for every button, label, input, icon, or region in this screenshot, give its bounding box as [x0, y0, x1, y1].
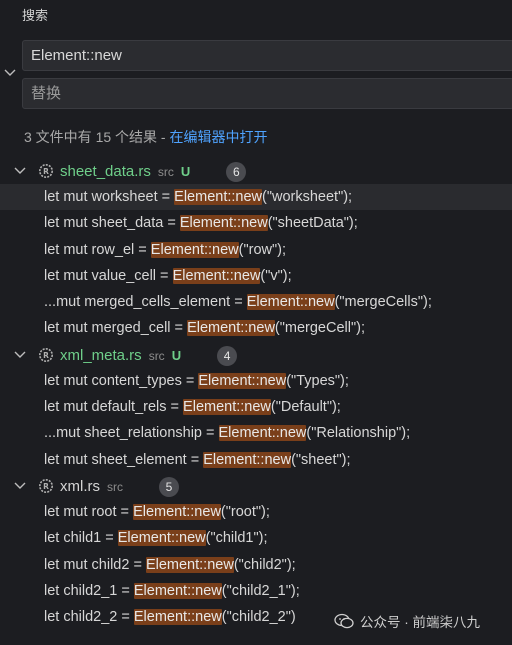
match-prefix: let mut sheet_element = [44, 451, 204, 468]
rust-file-icon: R [39, 478, 53, 493]
match-highlight: Element::new [179, 215, 268, 232]
rust-file-icon: R [39, 164, 53, 178]
file-name-group: sheet_data.rs src U 6 [60, 162, 247, 182]
chevron-down-icon[interactable] [14, 350, 26, 360]
match-row[interactable]: let child2_1 = Element::new("child2_1"); [0, 578, 512, 604]
match-row[interactable]: let mut sheet_data = Element::new("sheet… [0, 210, 512, 236]
match-suffix: ("mergeCell"); [274, 320, 365, 337]
file-row[interactable]: Rsheet_data.rs src U 6 [0, 158, 512, 184]
match-highlight: Element::new [117, 530, 206, 547]
match-suffix: ("child2_2") [221, 609, 296, 626]
match-prefix: let mut merged_cell = [44, 320, 188, 337]
match-suffix: ("Types"); [286, 372, 349, 389]
match-highlight: Element::new [145, 556, 234, 573]
rust-file-icon: R [39, 347, 53, 362]
file-name-group: xml.rs src 5 [60, 476, 179, 497]
wechat-icon [334, 613, 354, 629]
match-prefix: ...mut sheet_relationship = [44, 425, 219, 442]
match-row[interactable]: let mut default_rels = Element::new("Def… [0, 394, 512, 420]
git-status-badge: U [180, 163, 191, 179]
chevron-down-icon[interactable] [14, 166, 26, 176]
match-prefix: let mut content_types = [44, 372, 199, 389]
file-name-group: xml_meta.rs src U 4 [60, 345, 238, 366]
match-row[interactable]: let mut content_types = Element::new("Ty… [0, 368, 512, 394]
svg-text:R: R [43, 167, 49, 176]
match-suffix: ("row"); [238, 241, 287, 258]
match-prefix: let mut default_rels = [44, 399, 184, 416]
match-row[interactable]: let mut sheet_element = Element::new("sh… [0, 447, 512, 473]
svg-text:R: R [43, 351, 49, 360]
match-suffix: ("Relationship"); [306, 425, 411, 442]
watermark-text: 公众号 · 前端柒八九 [360, 615, 480, 630]
results-summary: 3 文件中有 15 个结果 - 在编辑器中打开 [24, 127, 267, 147]
chevron-down-icon[interactable] [14, 481, 26, 491]
match-suffix: ("child1"); [205, 530, 268, 547]
match-row[interactable]: let mut child2 = Element::new("child2"); [0, 552, 512, 578]
match-prefix: let mut row_el = [44, 241, 151, 258]
match-suffix: ("root"); [220, 503, 270, 520]
match-row[interactable]: let mut worksheet = Element::new("worksh… [0, 184, 512, 211]
match-count-badge: 4 [217, 345, 238, 366]
match-suffix: ("sheet"); [291, 451, 351, 468]
file-name: sheet_data.rs [60, 162, 151, 180]
svg-text:R: R [43, 482, 49, 491]
match-prefix: let child2_1 = [44, 582, 134, 599]
match-highlight: Element::new [187, 320, 275, 337]
match-suffix: ("v"); [260, 267, 292, 284]
match-prefix: let mut sheet_data = [44, 215, 180, 232]
match-highlight: Element::new [183, 399, 271, 416]
match-row[interactable]: ...mut sheet_relationship = Element::new… [0, 420, 512, 446]
file-dir: src [148, 348, 165, 363]
match-highlight: Element::new [218, 425, 307, 442]
match-suffix: ("mergeCells"); [334, 294, 432, 311]
git-status-badge: U [171, 347, 182, 363]
match-count-badge: 6 [226, 162, 247, 182]
panel-title: 搜索 [22, 8, 49, 23]
match-row[interactable]: let mut row_el = Element::new("row"); [0, 237, 512, 263]
match-prefix: let child2_2 = [44, 609, 134, 626]
match-row[interactable]: ...mut merged_cells_element = Element::n… [0, 289, 512, 315]
match-prefix: ...mut merged_cells_element = [44, 294, 247, 311]
file-name: xml_meta.rs [60, 346, 142, 364]
match-suffix: ("worksheet"); [262, 189, 353, 205]
match-highlight: Element::new [133, 582, 222, 599]
search-input[interactable] [22, 40, 512, 71]
results-count-text: 3 文件中有 15 个结果 - [24, 129, 170, 145]
search-panel: 搜索 3 文件中有 15 个结果 - 在编辑器中打开 Rsheet_data.r… [0, 0, 512, 645]
match-prefix: let mut root = [44, 503, 134, 520]
file-dir: src [107, 479, 123, 494]
match-prefix: let mut value_cell = [44, 267, 173, 284]
match-suffix: ("Default"); [270, 399, 341, 416]
file-name: xml.rs [60, 477, 100, 495]
replace-input[interactable] [22, 78, 512, 109]
match-highlight: Element::new [172, 267, 261, 284]
match-highlight: Element::new [203, 451, 292, 468]
match-suffix: ("child2_1"); [221, 582, 300, 599]
match-suffix: ("child2"); [233, 556, 296, 573]
match-prefix: let child1 = [44, 530, 118, 547]
match-highlight: Element::new [133, 609, 222, 626]
match-row[interactable]: let child1 = Element::new("child1"); [0, 525, 512, 551]
match-count-badge: 5 [159, 476, 179, 497]
chevron-down-icon[interactable] [4, 68, 16, 78]
match-highlight: Element::new [133, 503, 221, 520]
watermark: 公众号 · 前端柒八九 [334, 611, 480, 631]
file-dir: src [157, 164, 174, 179]
match-highlight: Element::new [174, 189, 263, 205]
file-row[interactable]: Rxml_meta.rs src U 4 [0, 342, 512, 368]
file-row[interactable]: Rxml.rs src 5 [0, 473, 512, 499]
match-row[interactable]: let mut value_cell = Element::new("v"); [0, 263, 512, 289]
match-row[interactable]: let mut root = Element::new("root"); [0, 499, 512, 525]
match-prefix: let mut worksheet = [44, 189, 175, 205]
match-prefix: let mut child2 = [44, 556, 146, 573]
match-highlight: Element::new [198, 372, 287, 389]
match-highlight: Element::new [150, 241, 239, 258]
open-in-editor-link[interactable]: 在编辑器中打开 [169, 129, 267, 145]
results-tree: Rsheet_data.rs src U 6 let mut worksheet = E… [0, 158, 512, 630]
match-suffix: ("sheetData"); [267, 215, 358, 232]
match-row[interactable]: let mut merged_cell = Element::new("merg… [0, 315, 512, 341]
match-highlight: Element::new [246, 294, 335, 311]
